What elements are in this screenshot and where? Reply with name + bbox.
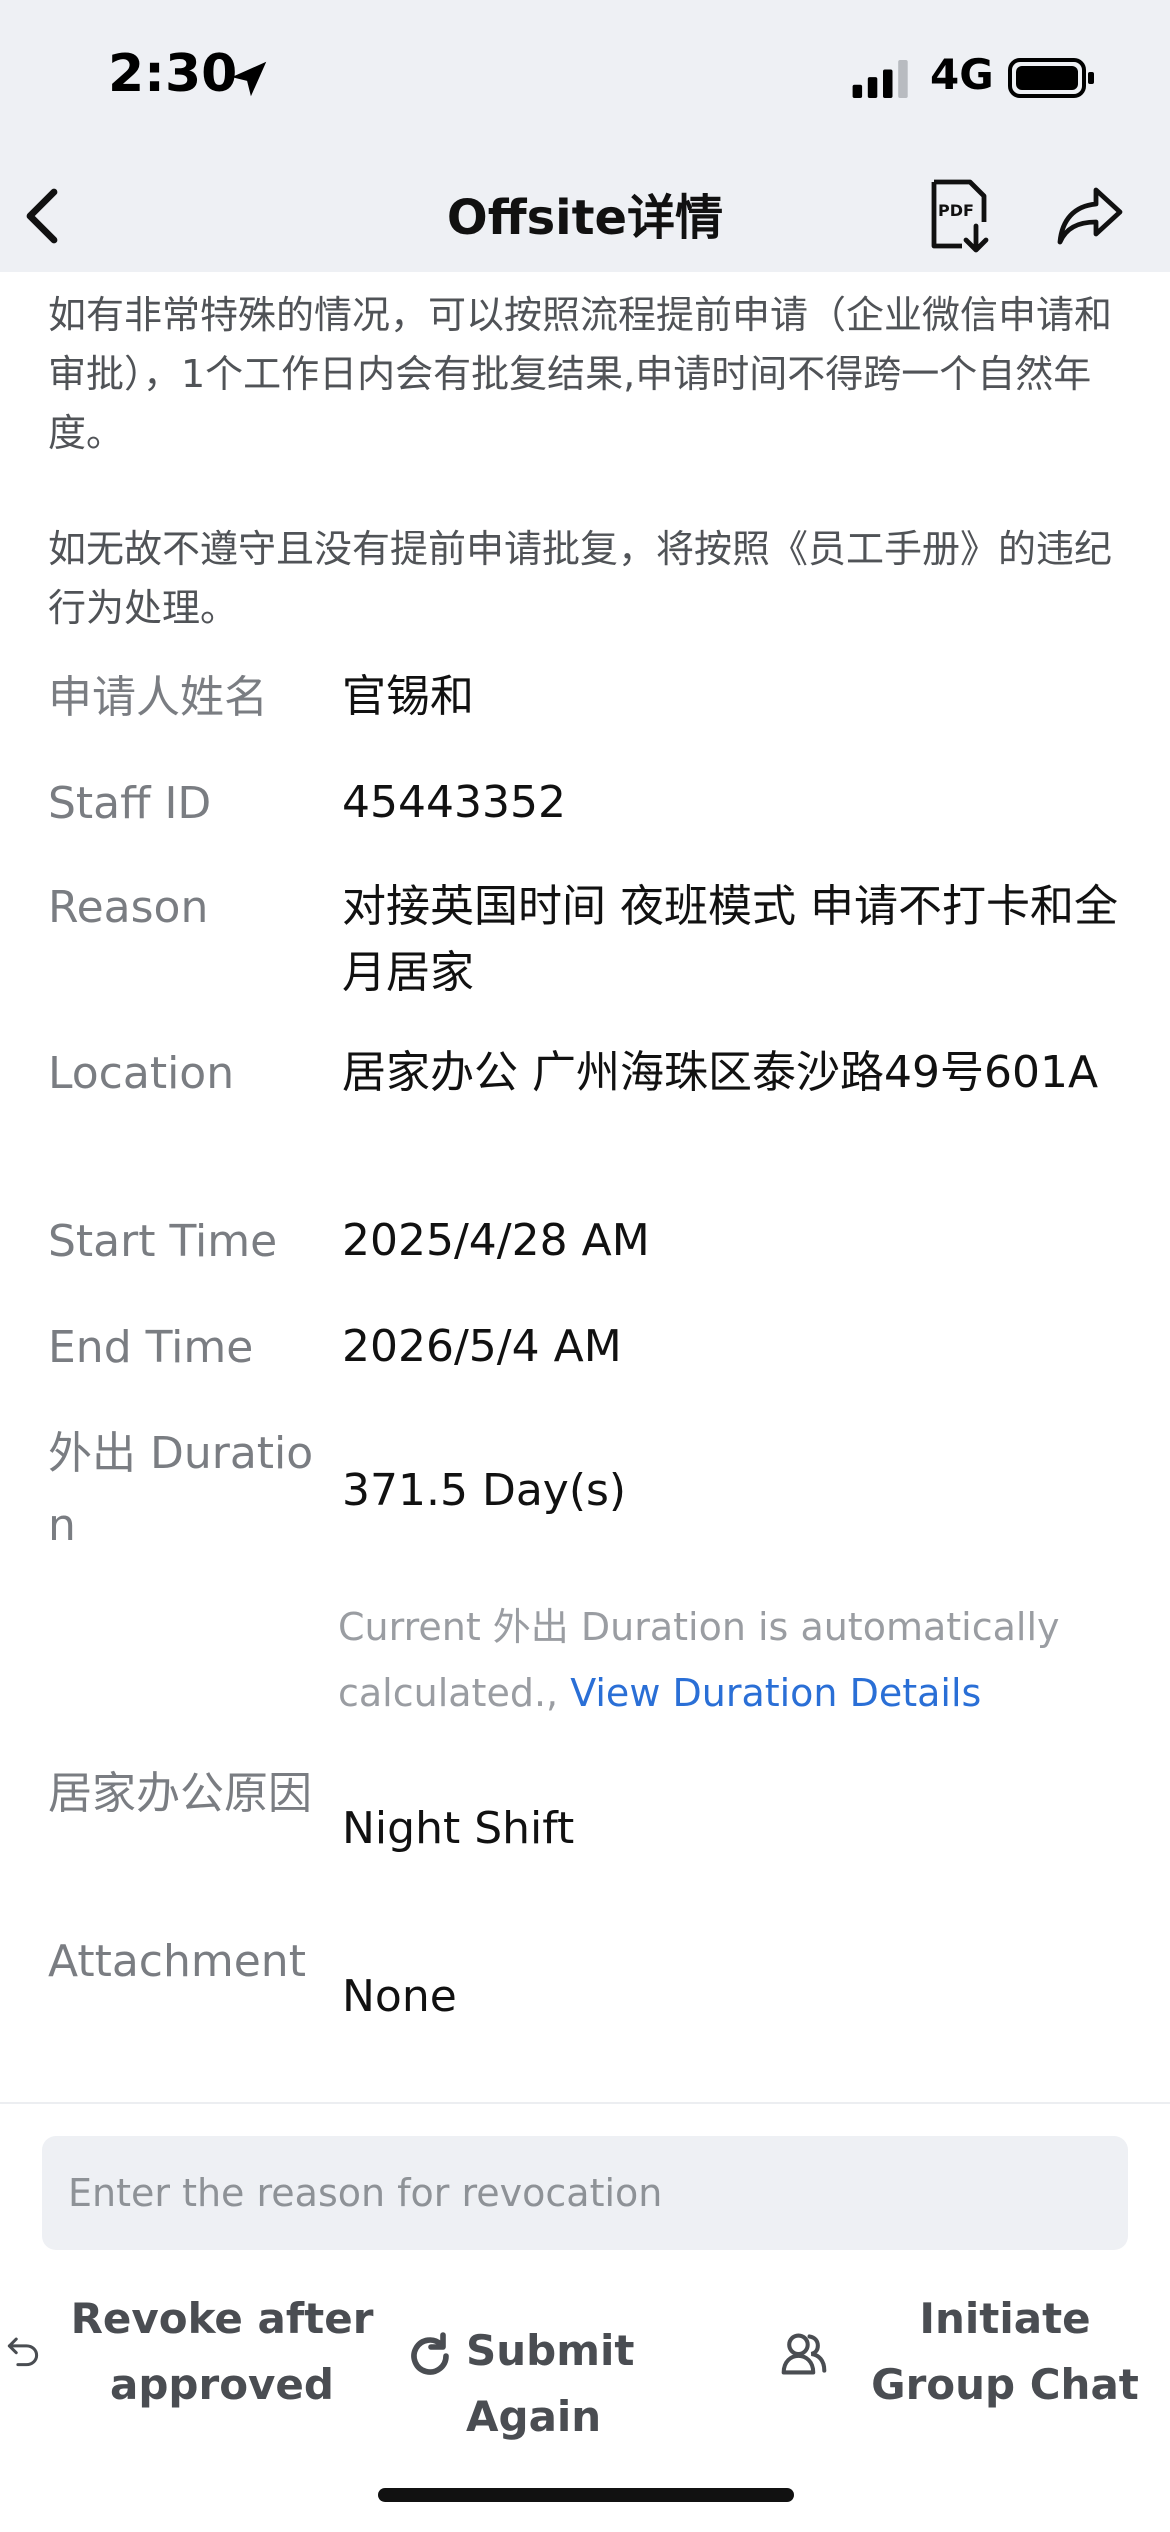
attachment-label: Attachment [48, 1936, 306, 1987]
revoke-reason-input[interactable] [42, 2136, 1128, 2250]
nav-bar: Offsite详情 PDF [0, 160, 1170, 272]
attachment-value: None [342, 1971, 457, 2022]
staff-id-label: Staff ID [48, 778, 212, 829]
initiate-group-chat-button[interactable]: Initiate Group Chat [846, 2286, 1164, 2418]
end-time-value: 2026/5/4 AM [342, 1321, 622, 1372]
group-chat-icon[interactable] [780, 2330, 828, 2378]
svg-text:PDF: PDF [938, 201, 974, 220]
start-time-value: 2025/4/28 AM [342, 1215, 650, 1266]
status-time: 2:30 [108, 44, 238, 104]
revoke-after-approved-button[interactable]: Revoke after approved [48, 2286, 396, 2418]
staff-id-value: 45443352 [342, 777, 566, 828]
divider [0, 2102, 1170, 2104]
home-indicator [378, 2488, 794, 2502]
reason-value: 对接英国时间 夜班模式 申请不打卡和全月居家 [342, 881, 1118, 998]
end-time-label: End Time [48, 1322, 254, 1373]
undo-icon[interactable] [6, 2334, 40, 2368]
notice-text: 如无故不遵守且没有提前申请批复，将按照《员工手册》的违纪行为处理。 [48, 527, 1113, 630]
page-title: Offsite详情 [446, 190, 724, 246]
location-arrow-icon [231, 61, 267, 97]
detail-content[interactable]: 如有非常特殊的情况，可以按照流程提前申请（企业微信申请和审批），1个工作日内会有… [0, 272, 1170, 2102]
duration-value: 371.5 Day(s) [342, 1465, 627, 1516]
pdf-download-icon[interactable]: PDF [922, 178, 994, 254]
signal-icon [852, 60, 908, 98]
applicant-name-label: 申请人姓名 [48, 672, 268, 723]
status-bar: 2:30 4G [0, 0, 1170, 160]
duration-hint: Current 外出 Duration is automatically cal… [338, 1594, 1138, 1726]
location-value: 居家办公 广州海珠区泰沙路49号601A [342, 1047, 1099, 1098]
applicant-name-value: 官锡和 [342, 671, 474, 722]
submit-again-button[interactable]: Submit Again [466, 2318, 782, 2450]
start-time-label: Start Time [48, 1216, 278, 1267]
home-office-reason-label: 居家办公原因 [48, 1768, 312, 1819]
reason-label: Reason [48, 882, 209, 933]
share-icon[interactable] [1054, 182, 1126, 250]
location-label: Location [48, 1048, 235, 1099]
view-duration-details-link[interactable]: View Duration Details [570, 1671, 981, 1715]
battery-icon [1008, 58, 1094, 98]
network-type: 4G [930, 50, 994, 99]
duration-label: 外出 Duration [48, 1428, 314, 1551]
home-office-reason-value: Night Shift [342, 1803, 575, 1854]
notice-text: 如有非常特殊的情况，可以按照流程提前申请（企业微信申请和审批），1个工作日内会有… [48, 293, 1113, 455]
refresh-icon[interactable] [404, 2330, 456, 2382]
